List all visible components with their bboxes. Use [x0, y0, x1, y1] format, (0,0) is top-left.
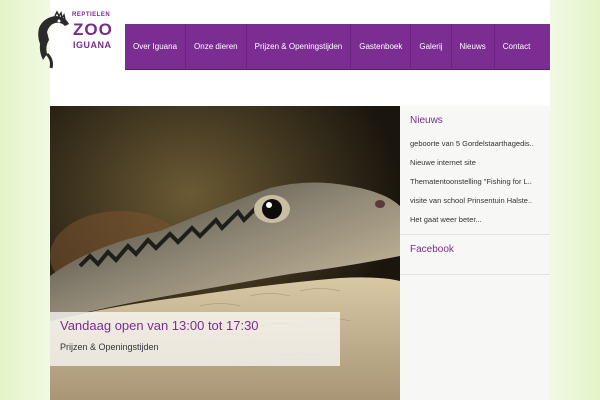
sidebar: Nieuws geboorte van 5 Gordelstaarthagedi… — [400, 106, 550, 400]
hero-subtitle-link[interactable]: Prijzen & Openingstijden — [60, 342, 159, 352]
site-logo[interactable]: REPTIELEN ZOO IGUANA — [35, 10, 125, 70]
logo-text-iguana: IGUANA — [73, 40, 112, 50]
hero-banner[interactable]: Vandaag open van 13:00 tot 17:30 Prijzen… — [50, 106, 400, 400]
news-list: geboorte van 5 Gordelstaarthagedis.. Nie… — [410, 139, 545, 234]
news-item[interactable]: visite van school Prinsentuin Halste.. — [410, 196, 545, 215]
hero-caption: Vandaag open van 13:00 tot 17:30 Prijzen… — [50, 312, 340, 366]
news-heading[interactable]: Nieuws — [410, 115, 443, 126]
facebook-heading[interactable]: Facebook — [410, 244, 454, 255]
logo-text-reptielen: REPTIELEN — [72, 12, 111, 18]
sidebar-divider — [400, 274, 550, 275]
sidebar-divider — [400, 234, 550, 235]
news-item[interactable]: Thematentoonstelling "Fishing for L.. — [410, 177, 545, 196]
iguana-logo-icon — [38, 10, 69, 69]
nav-item-gastenboek[interactable]: Gastenboek — [351, 23, 412, 70]
news-item[interactable]: Het gaat weer beter... — [410, 215, 545, 234]
nav-item-contact[interactable]: Contact — [495, 24, 539, 70]
nav-item-nieuws[interactable]: Nieuws — [452, 23, 495, 70]
news-item[interactable]: geboorte van 5 Gordelstaarthagedis.. — [410, 139, 545, 158]
logo-text-zoo: ZOO — [73, 20, 113, 39]
hero-title: Vandaag open van 13:00 tot 17:30 — [60, 318, 259, 333]
nav-item-over-iguana[interactable]: Over Iguana — [125, 23, 187, 70]
nav-item-prijzen-openingstijden[interactable]: Prijzen & Openingstijden — [247, 23, 352, 70]
main-navigation: Over Iguana Onze dieren Prijzen & Openin… — [125, 23, 550, 70]
nav-item-galerij[interactable]: Galerij — [411, 23, 452, 70]
news-item[interactable]: Nieuwe internet site — [410, 158, 545, 177]
nav-item-onze-dieren[interactable]: Onze dieren — [186, 23, 247, 70]
